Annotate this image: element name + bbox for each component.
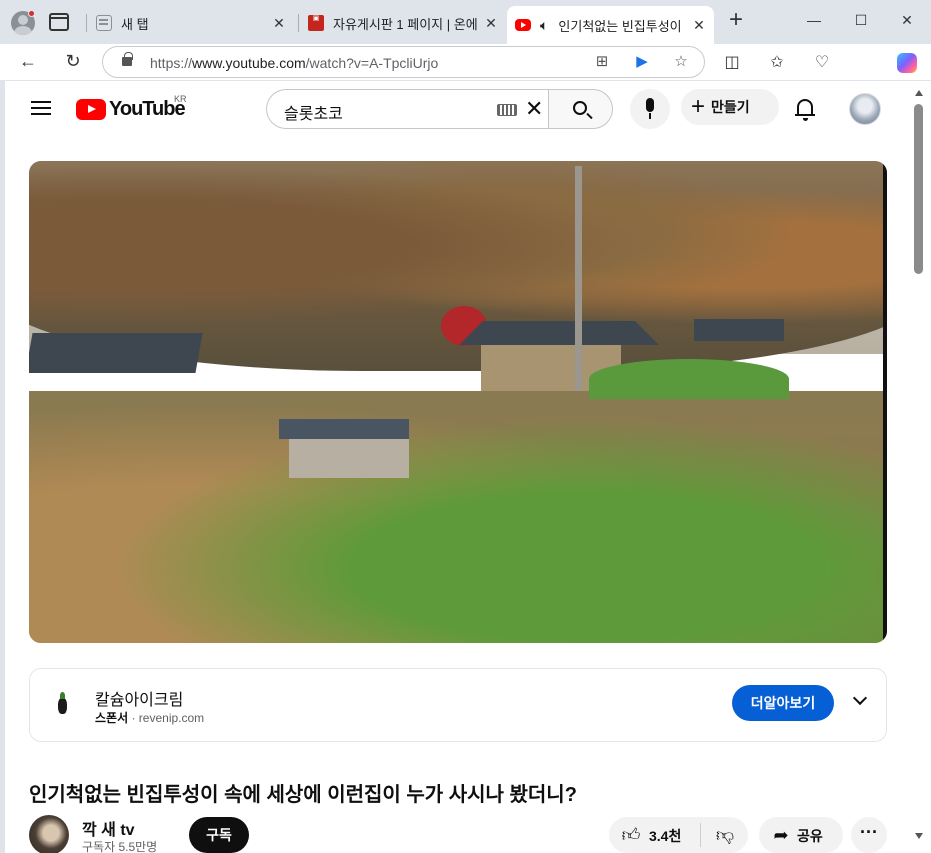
plus-icon: + xyxy=(691,93,706,120)
tab-separator xyxy=(86,14,87,32)
share-icon: ➦ xyxy=(773,825,789,845)
tab-new-tab[interactable]: 새 탭 ✕ xyxy=(86,6,294,40)
clear-search-icon[interactable]: ✕ xyxy=(525,98,543,120)
tab-board[interactable]: ▣ 자유게시판 1 페이지 | 온에 ✕ xyxy=(298,6,506,40)
voice-search-button[interactable] xyxy=(630,89,670,129)
url-prefix: https:// xyxy=(150,55,193,71)
sponsored-ad-card[interactable]: 칼슘아이크림 스폰서 · revenip.com 더알아보기 xyxy=(29,668,887,742)
video-frame-roof-left xyxy=(29,333,203,373)
url-path: /watch?v=A-TpcliUrjo xyxy=(305,55,439,71)
tab-title: 새 탭 xyxy=(121,16,149,32)
favorite-star-icon[interactable]: ☆ xyxy=(672,53,690,71)
video-title: 인기척없는 빈집투성이 속에 세상에 이런집이 누가 사시나 봤더니? xyxy=(29,784,577,806)
youtube-play-icon xyxy=(76,98,106,120)
share-label: 공유 xyxy=(797,828,823,844)
video-frame-edge xyxy=(883,161,887,643)
speaker-icon[interactable]: 🔈︎ xyxy=(540,17,548,34)
subscribe-button[interactable]: 구독 xyxy=(189,817,249,853)
search-query: 슬롯초코 xyxy=(284,106,343,123)
search-icon xyxy=(573,101,587,115)
browser-essentials-icon[interactable]: ♡ xyxy=(812,53,832,73)
ad-title[interactable]: 칼슘아이크림 xyxy=(95,686,183,710)
create-label: 만들기 xyxy=(711,99,750,115)
ad-domain: revenip.com xyxy=(138,711,205,725)
youtube-page: YouTube KR 슬롯초코 ✕ + 만들기 칼슘아이크림 스폰서 · rev… xyxy=(5,81,908,853)
video-frame-utility-pole xyxy=(575,166,582,391)
video-frame-house-roof xyxy=(279,419,409,439)
new-tab-button[interactable]: + xyxy=(725,8,747,32)
scroll-up-arrow-icon[interactable] xyxy=(915,90,923,96)
video-frame-house-wall xyxy=(289,436,409,478)
tab-actions-icon[interactable] xyxy=(49,13,69,31)
tab-title: 자유게시판 1 페이지 | 온에 xyxy=(333,16,478,32)
thumbs-down-icon[interactable]: 👎︎ xyxy=(715,825,735,845)
thumbs-up-icon[interactable]: 👍︎ xyxy=(621,825,641,845)
back-button[interactable]: ← xyxy=(16,50,40,74)
scroll-down-arrow-icon[interactable] xyxy=(915,833,923,839)
account-avatar[interactable] xyxy=(849,93,881,125)
learn-more-button[interactable]: 더알아보기 xyxy=(732,685,834,721)
like-count[interactable]: 3.4천 xyxy=(649,826,681,846)
board-favicon-icon: ▣ xyxy=(308,15,324,31)
video-frame-grass xyxy=(589,359,789,399)
video-frame-main-roof xyxy=(459,321,659,345)
channel-name[interactable]: 깍 새 tv xyxy=(82,816,135,840)
create-button[interactable]: + 만들기 xyxy=(681,89,779,125)
search-input[interactable]: 슬롯초코 ✕ xyxy=(266,89,549,129)
split-screen-icon[interactable]: ◫ xyxy=(722,53,742,73)
search-button[interactable] xyxy=(548,89,613,129)
channel-avatar[interactable] xyxy=(29,815,69,853)
video-frame-right-roof xyxy=(694,319,784,341)
video-picture-icon[interactable]: ▶︎ xyxy=(633,53,651,71)
ad-product-logo-icon xyxy=(52,692,74,718)
app-available-icon[interactable]: ⊞ xyxy=(593,53,611,71)
tab-title: 인기척없는 빈집투성이 xyxy=(558,18,682,34)
maximize-button[interactable]: ☐ xyxy=(851,12,871,29)
share-button[interactable]: ➦ 공유 xyxy=(759,817,843,853)
youtube-logo[interactable]: YouTube xyxy=(76,98,186,120)
like-dislike-group: 👍︎ 3.4천 👎︎ xyxy=(609,817,748,853)
lock-icon[interactable] xyxy=(122,52,133,66)
menu-icon[interactable] xyxy=(31,101,51,115)
video-frame-field xyxy=(29,391,887,643)
ad-subtitle: 스폰서 · revenip.com xyxy=(95,709,204,726)
profile-notification-dot xyxy=(28,10,35,17)
notifications-bell-icon[interactable] xyxy=(795,99,815,121)
favorites-icon[interactable]: ✩ xyxy=(767,53,787,73)
address-bar[interactable]: https://www.youtube.com/watch?v=A-TpcliU… xyxy=(102,46,705,78)
tab-youtube-video[interactable]: 🔈︎ 인기척없는 빈집투성이 ✕ xyxy=(507,6,714,44)
country-code: KR xyxy=(174,94,187,104)
reload-button[interactable]: ↻ xyxy=(61,50,85,74)
subscriber-count: 구독자 5.5만명 xyxy=(82,840,158,853)
youtube-favicon-icon xyxy=(515,19,531,31)
keyboard-icon[interactable] xyxy=(497,104,517,116)
more-actions-button[interactable]: ··· xyxy=(851,817,887,853)
tab-separator xyxy=(298,14,299,32)
page-scrollbar[interactable] xyxy=(908,81,931,853)
scrollbar-thumb[interactable] xyxy=(914,104,923,274)
like-divider xyxy=(700,823,701,847)
url-text[interactable]: https://www.youtube.com/watch?v=A-TpcliU… xyxy=(150,55,438,71)
browser-tab-strip: 새 탭 ✕ ▣ 자유게시판 1 페이지 | 온에 ✕ 🔈︎ 인기척없는 빈집투성… xyxy=(0,0,931,44)
close-window-button[interactable]: ✕ xyxy=(897,12,917,29)
tab-close-icon[interactable]: ✕ xyxy=(688,17,710,34)
url-host: www.youtube.com xyxy=(192,55,306,71)
tab-close-icon[interactable]: ✕ xyxy=(268,15,290,32)
video-player[interactable] xyxy=(29,161,887,643)
ad-separator: · xyxy=(128,711,139,725)
new-tab-favicon-icon xyxy=(96,15,112,31)
tab-close-icon[interactable]: ✕ xyxy=(480,15,502,32)
browser-toolbar: ← ↻ https://www.youtube.com/watch?v=A-Tp… xyxy=(0,44,931,80)
minimize-button[interactable]: — xyxy=(804,12,824,28)
copilot-icon[interactable] xyxy=(897,53,917,73)
sponsor-label: 스폰서 xyxy=(95,711,129,725)
chevron-down-icon[interactable] xyxy=(852,690,868,706)
